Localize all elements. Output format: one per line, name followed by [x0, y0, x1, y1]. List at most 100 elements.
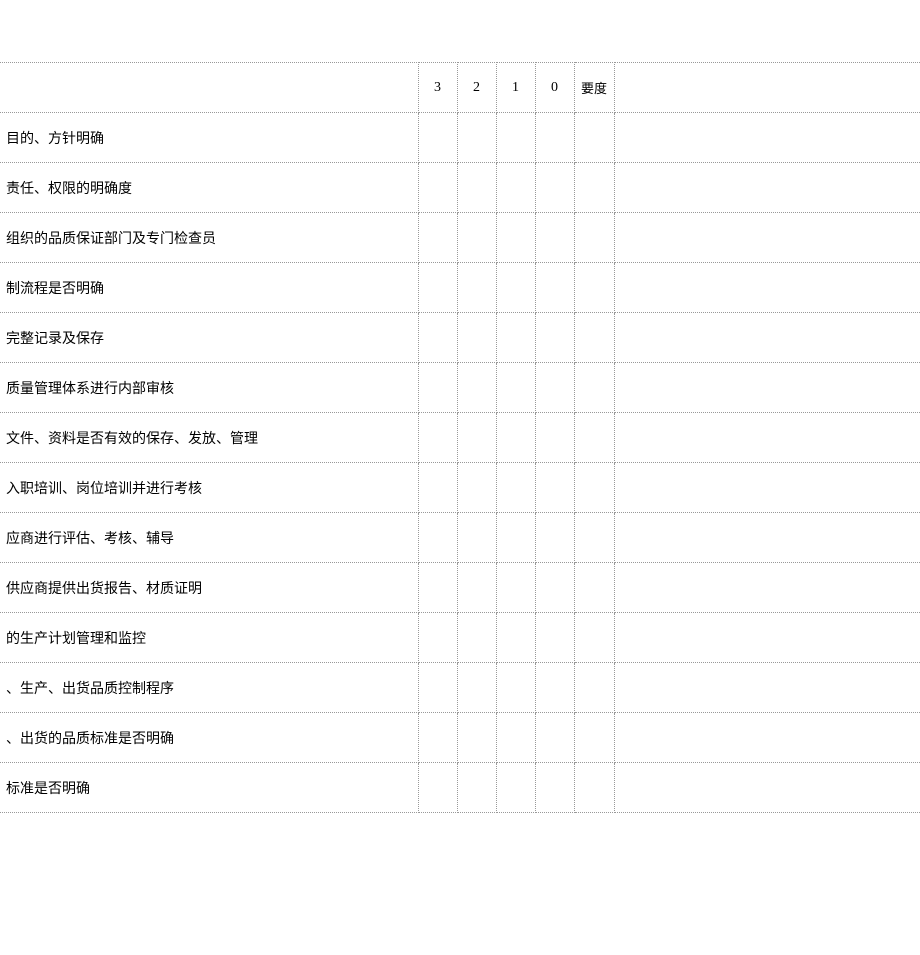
row-score-1: [496, 263, 535, 313]
row-desc: 制流程是否明确: [0, 263, 418, 313]
row-score-3: [418, 613, 457, 663]
row-score-0: [535, 513, 574, 563]
row-score-1: [496, 663, 535, 713]
header-score-2: 2: [457, 63, 496, 113]
row-score-1: [496, 763, 535, 813]
evaluation-table: 3210要度目的、方针明确责任、权限的明确度组织的品质保证部门及专门检查员制流程…: [0, 62, 920, 813]
row-score-2: [457, 563, 496, 613]
row-remark: [614, 413, 920, 463]
row-score-3: [418, 663, 457, 713]
row-score-0: [535, 763, 574, 813]
row-desc: 责任、权限的明确度: [0, 163, 418, 213]
row-score-3: [418, 213, 457, 263]
row-score-1: [496, 363, 535, 413]
row-desc: 、出货的品质标准是否明确: [0, 713, 418, 763]
row-remark: [614, 463, 920, 513]
table-row: 组织的品质保证部门及专门检查员: [0, 213, 920, 263]
row-score-3: [418, 763, 457, 813]
row-score-0: [535, 713, 574, 763]
row-score-2: [457, 763, 496, 813]
table-row: 目的、方针明确: [0, 113, 920, 163]
row-score-2: [457, 213, 496, 263]
row-desc: 的生产计划管理和监控: [0, 613, 418, 663]
table-row: 、出货的品质标准是否明确: [0, 713, 920, 763]
row-score-0: [535, 363, 574, 413]
row-score-2: [457, 613, 496, 663]
row-score-1: [496, 613, 535, 663]
row-desc: 文件、资料是否有效的保存、发放、管理: [0, 413, 418, 463]
row-yaodu: [574, 413, 614, 463]
row-score-2: [457, 113, 496, 163]
row-score-0: [535, 663, 574, 713]
row-remark: [614, 763, 920, 813]
row-yaodu: [574, 763, 614, 813]
header-yaodu: 要度: [574, 63, 614, 113]
header-score-1: 1: [496, 63, 535, 113]
row-yaodu: [574, 113, 614, 163]
table-row: 入职培训、岗位培训并进行考核: [0, 463, 920, 513]
row-yaodu: [574, 463, 614, 513]
row-yaodu: [574, 313, 614, 363]
row-score-3: [418, 713, 457, 763]
row-remark: [614, 713, 920, 763]
row-score-2: [457, 413, 496, 463]
row-score-2: [457, 363, 496, 413]
header-desc: [0, 63, 418, 113]
row-desc: 组织的品质保证部门及专门检查员: [0, 213, 418, 263]
row-score-3: [418, 163, 457, 213]
row-remark: [614, 363, 920, 413]
header-remark: [614, 63, 920, 113]
row-score-1: [496, 413, 535, 463]
row-desc: 、生产、出货品质控制程序: [0, 663, 418, 713]
table-row: 责任、权限的明确度: [0, 163, 920, 213]
row-yaodu: [574, 563, 614, 613]
row-remark: [614, 263, 920, 313]
row-remark: [614, 663, 920, 713]
row-desc: 入职培训、岗位培训并进行考核: [0, 463, 418, 513]
table-row: 制流程是否明确: [0, 263, 920, 313]
table-row: 文件、资料是否有效的保存、发放、管理: [0, 413, 920, 463]
row-score-2: [457, 513, 496, 563]
row-yaodu: [574, 513, 614, 563]
row-score-1: [496, 563, 535, 613]
row-yaodu: [574, 663, 614, 713]
row-yaodu: [574, 163, 614, 213]
row-score-2: [457, 463, 496, 513]
table-wrapper: 3210要度目的、方针明确责任、权限的明确度组织的品质保证部门及专门检查员制流程…: [0, 62, 920, 813]
row-score-2: [457, 313, 496, 363]
row-score-1: [496, 213, 535, 263]
row-remark: [614, 613, 920, 663]
row-score-3: [418, 313, 457, 363]
row-desc: 应商进行评估、考核、辅导: [0, 513, 418, 563]
row-score-3: [418, 113, 457, 163]
table-row: 供应商提供出货报告、材质证明: [0, 563, 920, 613]
row-score-1: [496, 113, 535, 163]
row-score-3: [418, 463, 457, 513]
row-yaodu: [574, 363, 614, 413]
row-desc: 完整记录及保存: [0, 313, 418, 363]
row-yaodu: [574, 713, 614, 763]
table-row: 标准是否明确: [0, 763, 920, 813]
table-row: 质量管理体系进行内部审核: [0, 363, 920, 413]
header-score-0: 0: [535, 63, 574, 113]
row-remark: [614, 213, 920, 263]
row-score-0: [535, 113, 574, 163]
table-header-row: 3210要度: [0, 63, 920, 113]
row-score-3: [418, 363, 457, 413]
row-score-1: [496, 463, 535, 513]
table-row: 的生产计划管理和监控: [0, 613, 920, 663]
row-remark: [614, 563, 920, 613]
row-score-3: [418, 413, 457, 463]
row-score-0: [535, 613, 574, 663]
row-score-2: [457, 663, 496, 713]
row-desc: 质量管理体系进行内部审核: [0, 363, 418, 413]
row-desc: 标准是否明确: [0, 763, 418, 813]
row-score-0: [535, 413, 574, 463]
header-score-3: 3: [418, 63, 457, 113]
row-desc: 供应商提供出货报告、材质证明: [0, 563, 418, 613]
row-yaodu: [574, 263, 614, 313]
row-remark: [614, 113, 920, 163]
row-remark: [614, 513, 920, 563]
row-score-0: [535, 263, 574, 313]
row-score-2: [457, 263, 496, 313]
